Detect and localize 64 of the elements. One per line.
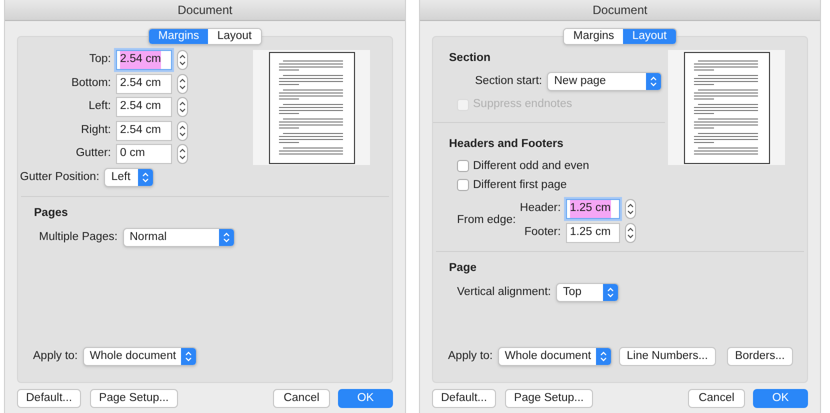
tab[interactable]: Margins — [564, 29, 624, 44]
checkbox-label: Different first page — [473, 178, 567, 193]
popup-button[interactable]: Whole document — [498, 347, 612, 366]
stepper-icon[interactable] — [177, 120, 188, 140]
push-button[interactable]: Default... — [432, 389, 496, 408]
ok-button[interactable]: OK — [753, 389, 808, 408]
stepper-icon[interactable] — [177, 50, 188, 70]
section-heading: Section — [449, 51, 492, 66]
text-field[interactable]: 1.25 cm — [566, 199, 620, 219]
field-label: Left: — [88, 99, 111, 114]
field-label: Footer: — [523, 225, 561, 240]
field-label: Bottom: — [70, 76, 111, 91]
field-label: Multiple Pages: — [39, 230, 118, 245]
field-label: Top: — [88, 52, 111, 68]
field-label: Right: — [80, 122, 111, 138]
popup-button[interactable]: Whole document — [82, 347, 197, 366]
chevrons-icon — [222, 232, 230, 243]
stepper-icon[interactable] — [177, 144, 188, 164]
tab[interactable]: Layout — [208, 29, 261, 44]
checkbox-label: Different odd and even — [473, 158, 590, 174]
field-label: Header: — [518, 201, 561, 216]
push-button[interactable]: Page Setup... — [90, 389, 178, 408]
field-label: Gutter: — [74, 146, 111, 162]
ok-button[interactable]: OK — [338, 389, 393, 408]
text-field[interactable]: 0 cm — [116, 144, 172, 164]
text-field[interactable]: 2.54 cm — [116, 120, 172, 140]
chevrons-icon — [606, 287, 614, 298]
checkbox[interactable] — [457, 179, 469, 192]
window-title: Document — [5, 0, 405, 21]
stepper-icon[interactable] — [624, 199, 636, 219]
popup-button[interactable]: Normal — [122, 228, 235, 247]
window-title: Document — [420, 0, 820, 21]
push-button[interactable]: Page Setup... — [505, 389, 593, 408]
field-label: Apply to: — [33, 348, 78, 364]
field-label: Section start: — [475, 74, 542, 90]
chevrons-icon — [142, 172, 150, 183]
field-label: From edge: — [457, 213, 516, 228]
popup-button[interactable]: Top — [556, 283, 619, 302]
text-field[interactable]: 2.54 cm — [116, 74, 172, 94]
section-heading: Headers and Footers — [449, 138, 564, 150]
push-button[interactable]: Line Numbers... — [618, 347, 716, 366]
push-button[interactable]: Default... — [17, 389, 82, 408]
stepper-icon[interactable] — [624, 223, 636, 243]
section-heading: Pages — [34, 206, 69, 220]
push-button[interactable]: Borders... — [726, 347, 793, 366]
field-label: Apply to: — [448, 348, 493, 364]
field-label: Gutter Position: — [20, 170, 100, 185]
field-label: Vertical alignment: — [457, 285, 551, 300]
text-field[interactable]: 2.54 cm — [116, 97, 172, 117]
text-field[interactable]: 1.25 cm — [566, 223, 620, 243]
popup-button[interactable]: Left — [104, 168, 154, 187]
stepper-icon[interactable] — [177, 97, 188, 117]
chevrons-icon — [184, 351, 192, 362]
chevrons-icon — [600, 351, 607, 362]
chevrons-icon — [650, 76, 658, 88]
tab[interactable]: Layout — [623, 29, 676, 44]
push-button[interactable]: Cancel — [688, 389, 745, 408]
popup-button[interactable]: New page — [547, 72, 662, 92]
text-field[interactable]: 2.54 cm — [116, 50, 172, 70]
section-heading: Page — [449, 261, 478, 276]
push-button[interactable]: Cancel — [273, 389, 330, 408]
stepper-icon[interactable] — [177, 74, 188, 94]
checkbox[interactable] — [457, 160, 469, 172]
tab[interactable]: Margins — [149, 29, 208, 44]
